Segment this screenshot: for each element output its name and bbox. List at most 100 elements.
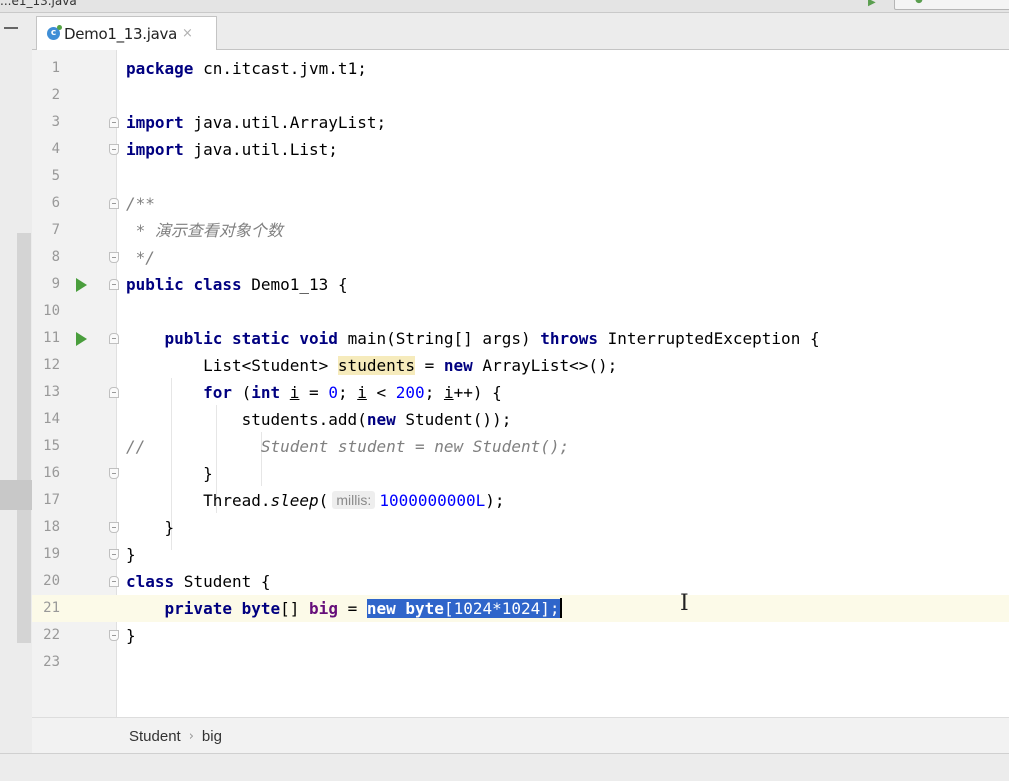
breadcrumb-item-field[interactable]: big [202,728,222,745]
code-line[interactable]: 19 } [32,541,1009,568]
window-title: ...e1_13.java [0,0,77,8]
fold-icon[interactable] [109,522,119,533]
code-line[interactable]: 18 } [32,514,1009,541]
code-text: List<Student> students = new ArrayList<>… [126,356,618,375]
code-line[interactable]: 15 // Student student = new Student(); [32,433,1009,460]
line-number: 1 [51,60,60,76]
run-config-selector[interactable]: ● [894,0,1009,10]
fold-icon[interactable] [109,252,119,263]
code-line[interactable]: 23 [32,649,1009,676]
line-number: 7 [51,222,60,238]
fold-icon[interactable] [109,333,119,344]
code-line[interactable]: 8 */ [32,244,1009,271]
line-number: 11 [43,330,60,346]
parameter-hint: millis: [332,491,376,509]
fold-icon[interactable] [109,144,119,155]
code-text: public static void main(String[] args) t… [164,329,820,348]
code-text: } [126,518,175,537]
line-number: 17 [43,492,60,508]
code-editor[interactable]: 1 package cn.itcast.jvm.t1; 2 3 import j… [32,50,1009,717]
code-text: package cn.itcast.jvm.t1; [126,59,367,78]
fold-icon[interactable] [109,630,119,641]
fold-icon[interactable] [109,279,119,290]
code-line[interactable]: 16 } [32,460,1009,487]
line-number: 14 [43,411,60,427]
code-text: } [126,464,213,483]
code-line[interactable]: 3 import java.util.ArrayList; [32,109,1009,136]
run-method-icon[interactable] [76,332,87,346]
line-number: 3 [51,114,60,130]
fold-icon[interactable] [109,576,119,587]
code-line[interactable]: 9 public class Demo1_13 { [32,271,1009,298]
title-bar: ...e1_13.java ▶ ● [0,0,1009,13]
code-text: Thread.sleep(millis: 1000000000L); [126,491,505,510]
fold-icon[interactable] [109,387,119,398]
code-line[interactable]: 2 [32,82,1009,109]
text-caret [559,598,562,618]
debug-icon[interactable]: ● [915,0,923,5]
line-number: 5 [51,168,60,184]
code-line[interactable]: 6 /** [32,190,1009,217]
project-panel-selection [0,480,32,510]
code-text: import java.util.ArrayList; [126,113,387,132]
highlighted-variable: students [337,356,415,375]
line-number: 22 [43,627,60,643]
fold-icon[interactable] [109,117,119,128]
code-line[interactable]: 13 for (int i = 0; i < 200; i++) { [32,379,1009,406]
line-number: 2 [51,87,60,103]
close-icon[interactable]: × [182,26,193,41]
code-text: public class Demo1_13 { [126,275,348,294]
line-number: 8 [51,249,60,265]
line-number: 20 [43,573,60,589]
code-line[interactable]: 7 * 演示查看对象个数 [32,217,1009,244]
line-number: 15 [43,438,60,454]
code-line[interactable]: 22 } [32,622,1009,649]
code-line[interactable]: 10 [32,298,1009,325]
code-text: // Student student = new Student(); [126,437,570,456]
code-text: for (int i = 0; i < 200; i++) { [203,383,502,402]
code-line[interactable]: 14 students.add(new Student()); [32,406,1009,433]
java-class-icon: c [47,25,62,40]
line-number: 23 [43,654,60,670]
breadcrumb-item-class[interactable]: Student [129,728,181,745]
line-number: 16 [43,465,60,481]
project-panel-edge [17,233,31,643]
line-number: 4 [51,141,60,157]
fold-icon[interactable] [109,549,119,560]
fold-icon[interactable] [109,468,119,479]
line-number: 19 [43,546,60,562]
tab-demo1-13-java[interactable]: c Demo1_13.java × [36,16,217,50]
editor-tab-bar: c Demo1_13.java × [32,13,1009,50]
line-number: 12 [43,357,60,373]
code-text: private byte[] big = new byte[1024*1024]… [164,598,562,618]
line-number: 9 [51,276,60,292]
mouse-ibeam-cursor-icon: I [680,591,689,616]
code-line[interactable]: 20 class Student { [32,568,1009,595]
code-line[interactable]: 4 import java.util.List; [32,136,1009,163]
line-number: 21 [43,600,60,616]
collapse-icon[interactable] [4,27,18,29]
code-line[interactable]: 12 List<Student> students = new ArrayLis… [32,352,1009,379]
run-config-icon[interactable]: ▶ [868,0,876,8]
fold-icon[interactable] [109,198,119,209]
run-class-icon[interactable] [76,278,87,292]
line-number: 10 [43,303,60,319]
code-text: } [126,626,136,645]
tab-label: Demo1_13.java [64,24,177,43]
line-number: 6 [51,195,60,211]
code-text: /** [126,194,155,213]
code-text: } [126,545,136,564]
left-tool-strip [0,13,32,780]
code-line-current[interactable]: 21 private byte[] big = new byte[1024*10… [32,595,1009,622]
java-class-icon-letter: c [50,28,57,38]
code-text: import java.util.List; [126,140,338,159]
code-text: * 演示查看对象个数 [126,221,283,240]
code-line[interactable]: 11 public static void main(String[] args… [32,325,1009,352]
code-line[interactable]: 1 package cn.itcast.jvm.t1; [32,55,1009,82]
code-line[interactable]: 5 [32,163,1009,190]
code-line[interactable]: 17 Thread.sleep(millis: 1000000000L); [32,487,1009,514]
status-bar [0,753,1009,781]
text-selection: new byte[1024*1024]; [366,599,560,618]
code-text: */ [126,248,155,267]
line-number: 13 [43,384,60,400]
